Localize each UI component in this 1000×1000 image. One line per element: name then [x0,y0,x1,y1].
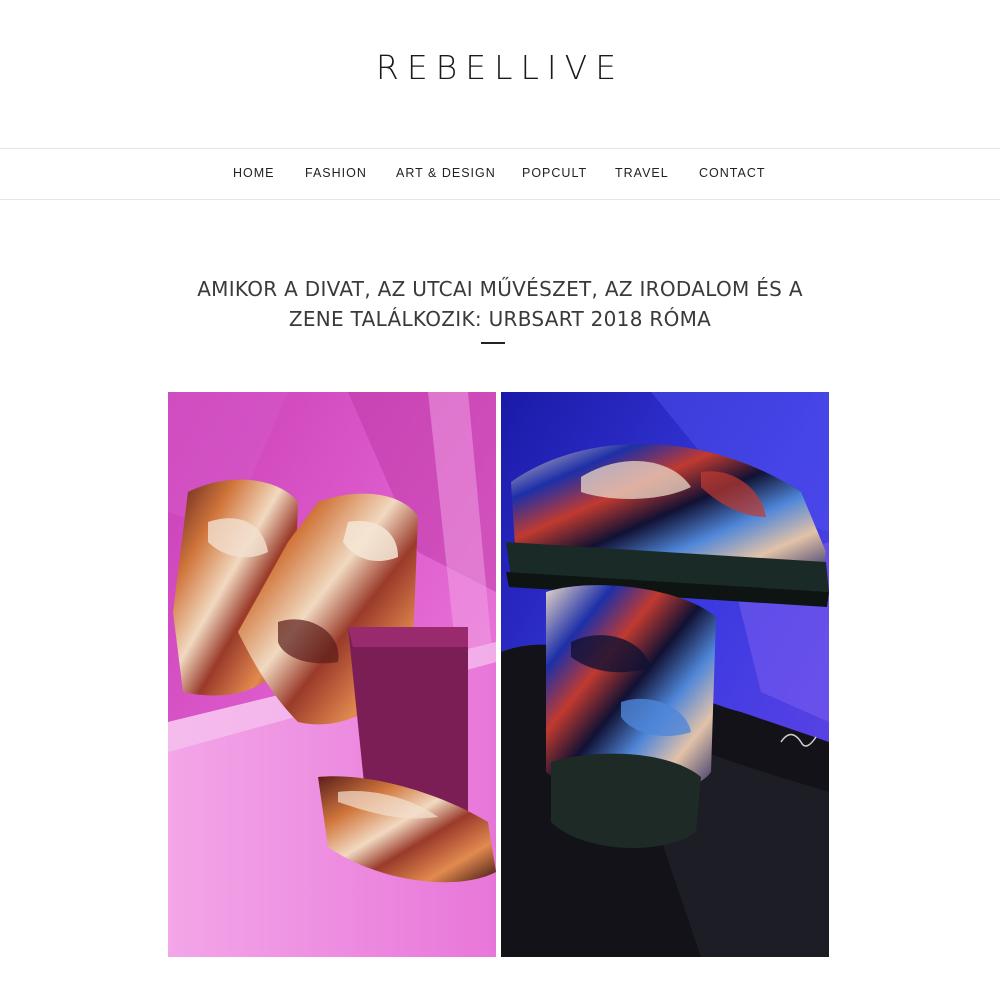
nav-item-home[interactable]: HOME [233,166,275,180]
sandals-illustration [501,392,829,957]
site-header: REBELLIVE [0,0,1000,148]
main-navigation: HOME FASHION ART & DESIGN POPCULT TRAVEL… [0,148,1000,200]
post-title[interactable]: AMIKOR A DIVAT, AZ UTCAI MŰVÉSZET, AZ IR… [150,274,850,334]
nav-item-contact[interactable]: CONTACT [699,166,766,180]
gallery-image-boots[interactable] [168,392,496,957]
nav-item-fashion[interactable]: FASHION [305,166,367,180]
site-title-link[interactable]: REBELLIVE [376,46,624,87]
boots-illustration [168,392,496,957]
nav-item-travel[interactable]: TRAVEL [615,166,669,180]
post-title-line-2: ZENE TALÁLKOZIK: URBSART 2018 RÓMA [288,307,712,331]
title-divider [481,342,505,344]
gallery-image-sandals[interactable] [501,392,829,957]
post-title-line-1: AMIKOR A DIVAT, AZ UTCAI MŰVÉSZET, AZ IR… [197,277,803,301]
nav-item-art-design[interactable]: ART & DESIGN [396,166,496,180]
nav-item-popcult[interactable]: POPCULT [522,166,587,180]
